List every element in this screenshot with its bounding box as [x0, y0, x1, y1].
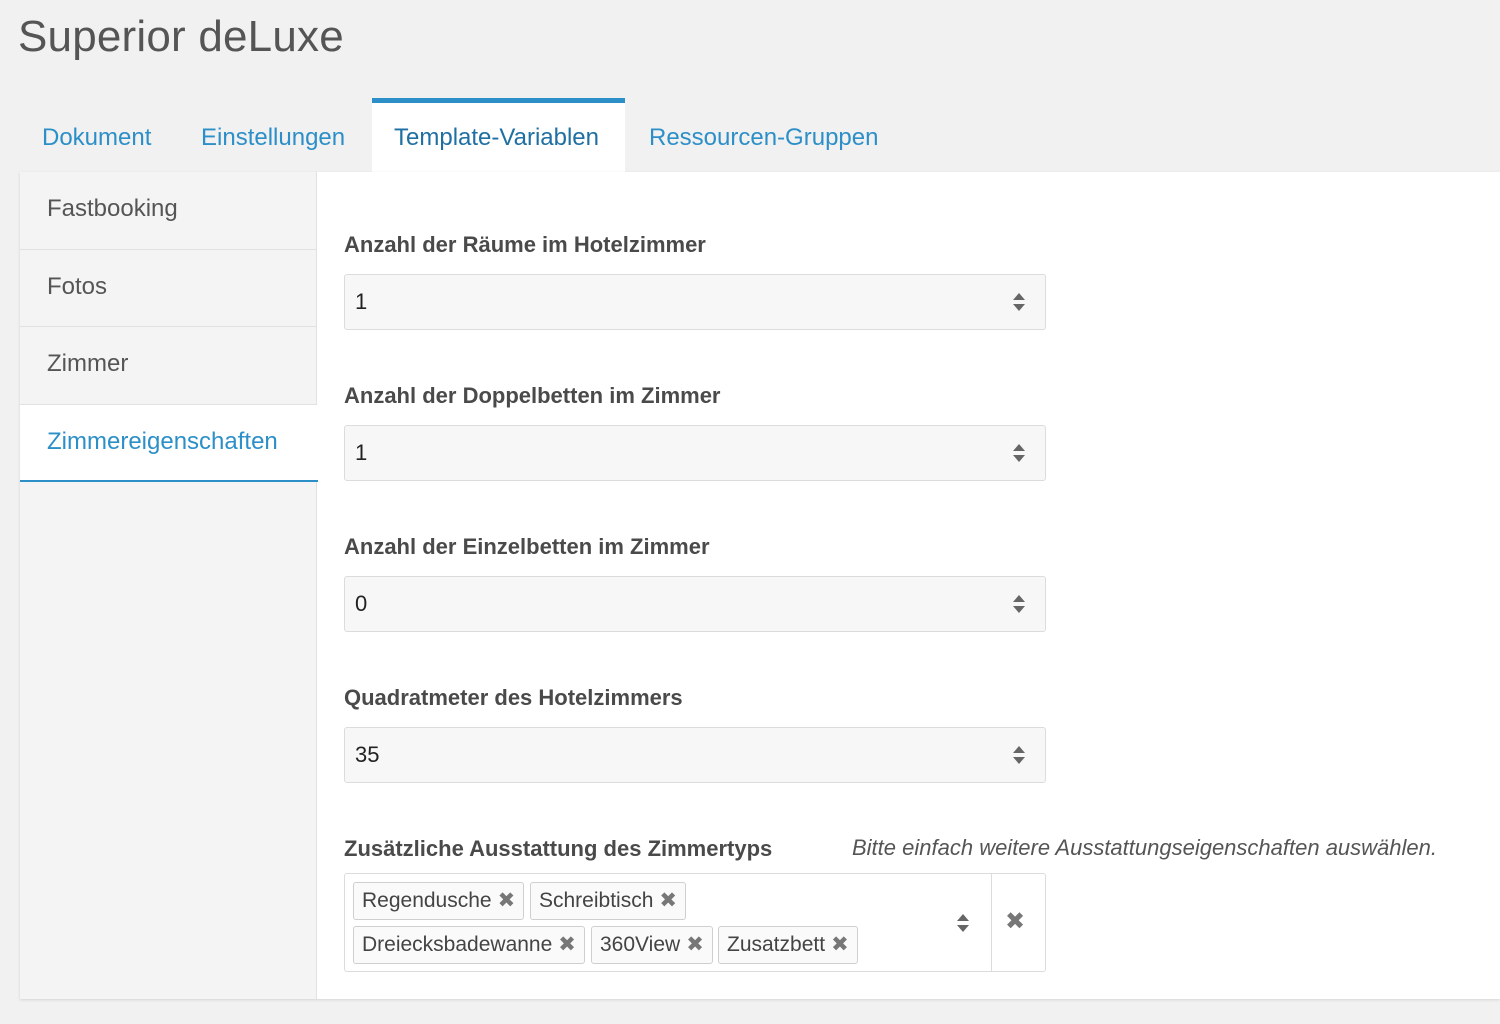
sidebar-item-fastbooking[interactable]: Fastbooking	[20, 172, 316, 250]
field-label: Anzahl der Räume im Hotelzimmer	[344, 232, 706, 257]
updown-arrows-icon[interactable]	[1011, 744, 1027, 766]
stepper-value: 35	[355, 742, 380, 767]
stepper-value: 1	[355, 289, 368, 314]
remove-tag-icon[interactable]: ✖	[498, 883, 516, 919]
clear-all-icon[interactable]: ✖	[1005, 907, 1025, 936]
square-meters-stepper[interactable]: 35	[344, 727, 1046, 783]
tab-ressourcen-gruppen[interactable]: Ressourcen-Gruppen	[627, 98, 900, 172]
updown-arrows-icon[interactable]	[1011, 291, 1027, 313]
field-single-beds: Anzahl der Einzelbetten im Zimmer 0	[344, 532, 1046, 632]
tag-label: Dreiecksbadewanne	[362, 933, 553, 956]
tag-zusatzbett: Zusatzbett ✖	[718, 926, 858, 964]
remove-tag-icon[interactable]: ✖	[831, 927, 849, 963]
sidebar-item-zimmereigenschaften[interactable]: Zimmereigenschaften	[20, 404, 318, 482]
tag-label: Regendusche	[362, 889, 492, 912]
tab-template-variablen[interactable]: Template-Variablen	[372, 98, 625, 172]
updown-arrows-icon[interactable]	[955, 912, 971, 934]
field-label: Anzahl der Einzelbetten im Zimmer	[344, 534, 710, 559]
equipment-multiselect[interactable]: Regendusche ✖ Schreibtisch ✖ Dreiecksbadew…	[344, 873, 1046, 972]
stepper-value: 0	[355, 591, 368, 616]
sidebar-item-zimmer[interactable]: Zimmer	[20, 327, 316, 405]
equipment-hint: Bitte einfach weitere Ausstattungseigens…	[852, 835, 1437, 860]
field-label: Quadratmeter des Hotelzimmers	[344, 685, 683, 710]
updown-arrows-icon[interactable]	[1011, 593, 1027, 615]
tab-dokument[interactable]: Dokument	[20, 98, 173, 172]
tag-label: 360View	[600, 933, 681, 956]
remove-tag-icon[interactable]: ✖	[659, 883, 677, 919]
tab-bar: Dokument Einstellungen Template-Variable…	[20, 98, 1500, 172]
rooms-stepper[interactable]: 1	[344, 274, 1046, 330]
field-double-beds: Anzahl der Doppelbetten im Zimmer 1	[344, 381, 1046, 481]
field-label: Zusätzliche Ausstattung des Zimmertyps	[344, 836, 773, 861]
vertical-tab-nav: Fastbooking Fotos Zimmer Zimmereigenscha…	[20, 172, 318, 999]
field-rooms: Anzahl der Räume im Hotelzimmer 1	[344, 230, 1046, 330]
stepper-value: 1	[355, 440, 368, 465]
sidebar-item-fotos[interactable]: Fotos	[20, 250, 316, 327]
tag-label: Schreibtisch	[539, 889, 654, 912]
page-title: Superior deLuxe	[18, 12, 344, 61]
updown-arrows-icon[interactable]	[1011, 442, 1027, 464]
double-beds-stepper[interactable]: 1	[344, 425, 1046, 481]
single-beds-stepper[interactable]: 0	[344, 576, 1046, 632]
field-label: Anzahl der Doppelbetten im Zimmer	[344, 383, 721, 408]
content-panel: Fastbooking Fotos Zimmer Zimmereigenscha…	[20, 172, 1500, 999]
field-square-meters: Quadratmeter des Hotelzimmers 35	[344, 683, 1046, 783]
field-equipment: Zusätzliche Ausstattung des Zimmertyps	[344, 834, 772, 864]
tab-einstellungen[interactable]: Einstellungen	[179, 98, 367, 172]
remove-tag-icon[interactable]: ✖	[558, 927, 576, 963]
tag-360view: 360View ✖	[591, 926, 713, 964]
remove-tag-icon[interactable]: ✖	[686, 927, 704, 963]
tag-regendusche: Regendusche ✖	[353, 882, 525, 920]
tag-dreiecksbadewanne: Dreiecksbadewanne ✖	[353, 926, 585, 964]
tag-schreibtisch: Schreibtisch ✖	[530, 882, 686, 920]
tag-label: Zusatzbett	[727, 933, 826, 956]
divider	[991, 874, 992, 971]
